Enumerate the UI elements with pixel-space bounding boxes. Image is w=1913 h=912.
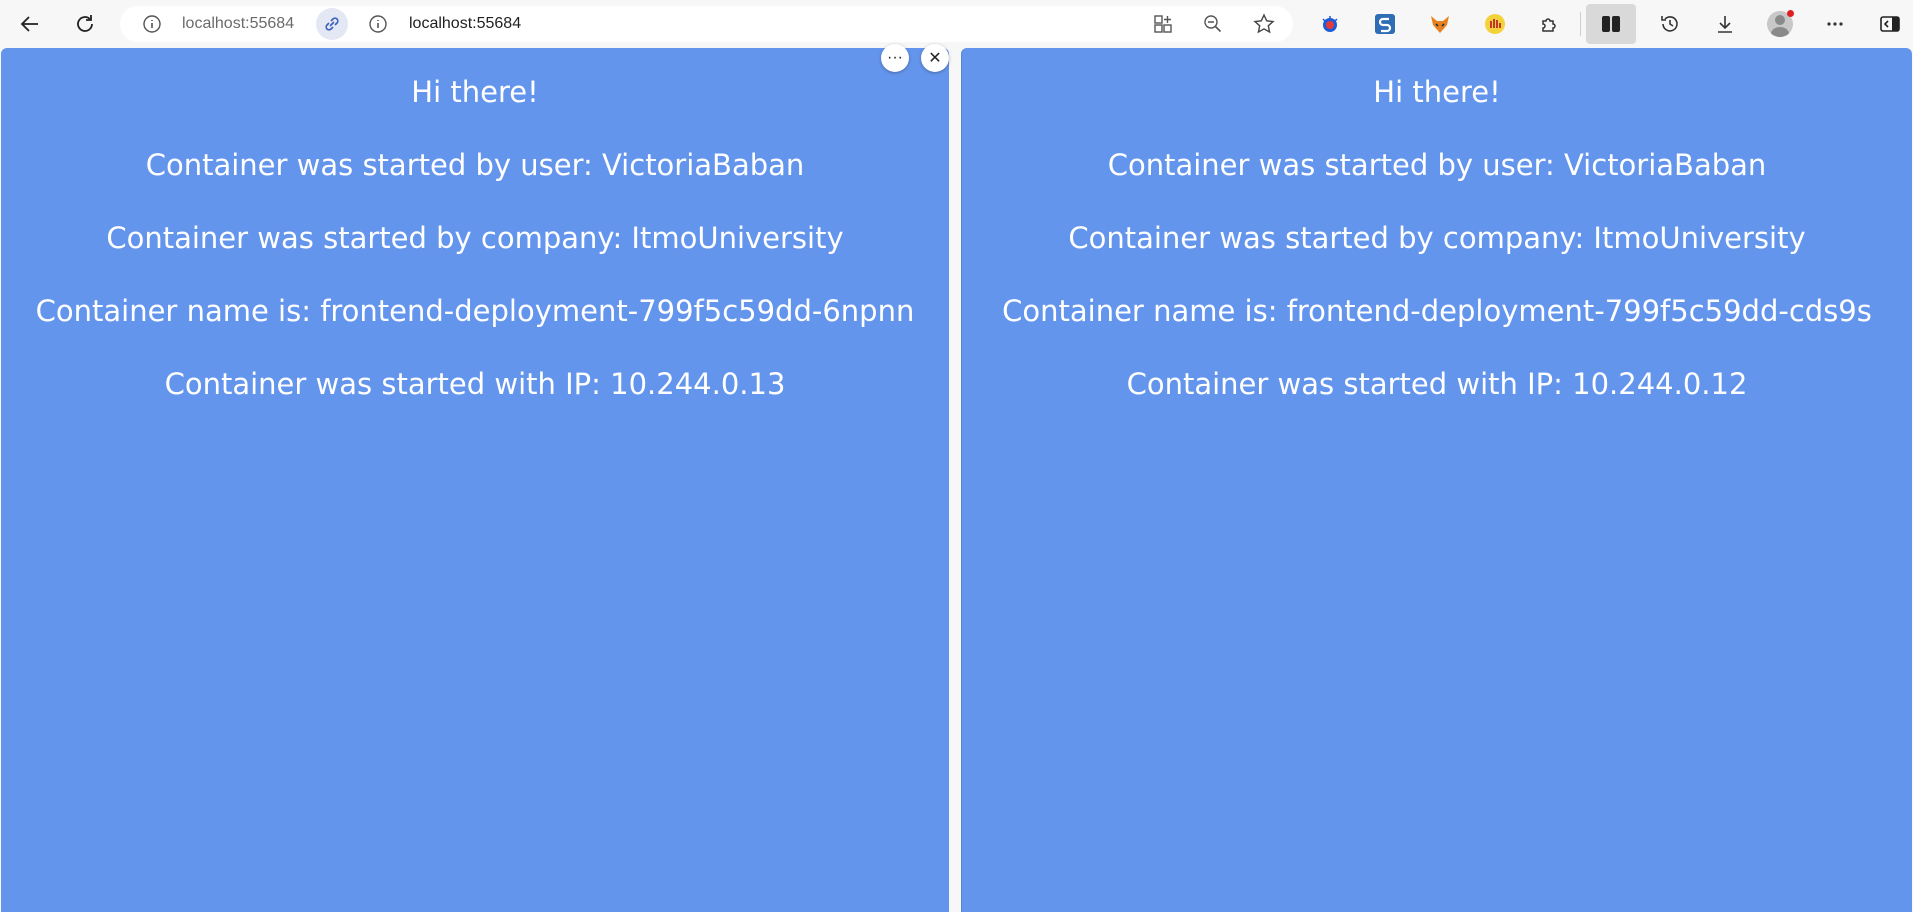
link-tabs-button[interactable] xyxy=(316,8,348,40)
user-line: Container was started by user: VictoriaB… xyxy=(145,148,805,182)
address-main-text: localhost:55684 xyxy=(409,15,522,32)
user-line: Container was started by user: VictoriaB… xyxy=(1107,148,1767,182)
extensions-puzzle-icon[interactable] xyxy=(1530,4,1570,44)
pane-more-button[interactable]: ··· xyxy=(881,44,909,72)
back-button[interactable] xyxy=(10,4,50,44)
history-icon xyxy=(1661,16,1678,32)
split-pane-left: Hi there! Container was started by user:… xyxy=(1,48,949,912)
reload-button[interactable] xyxy=(65,4,105,44)
toolbar-separator xyxy=(1580,12,1581,36)
address-secondary-text: localhost:55684 xyxy=(182,15,295,32)
extension-fox-icon[interactable] xyxy=(1420,4,1460,44)
sidebar-icon xyxy=(1880,16,1900,32)
profile-button[interactable] xyxy=(1760,4,1800,44)
split-pane-right: Hi there! Container was started by user:… xyxy=(961,48,1912,912)
apps-add-icon[interactable] xyxy=(1153,14,1173,34)
container-name-line: Container name is: frontend-deployment-7… xyxy=(35,294,915,328)
notification-dot xyxy=(1787,10,1794,17)
zoom-out-icon[interactable] xyxy=(1203,14,1223,34)
info-icon xyxy=(143,15,161,33)
company-line: Container was started by company: ItmoUn… xyxy=(1068,221,1806,255)
extension-hand-icon[interactable] xyxy=(1475,4,1515,44)
back-arrow-icon xyxy=(20,16,38,32)
link-icon xyxy=(325,17,339,31)
history-button[interactable] xyxy=(1650,4,1690,44)
ip-line: Container was started with IP: 10.244.0.… xyxy=(164,367,786,401)
address-bar[interactable]: localhost:55684 localhost:55684 xyxy=(120,6,1293,42)
downloads-button[interactable] xyxy=(1705,4,1745,44)
split-screen-button[interactable] xyxy=(1586,4,1636,44)
browser-toolbar: localhost:55684 localhost:55684 xyxy=(0,0,1913,48)
reload-icon xyxy=(77,15,93,32)
extension-s-icon[interactable] xyxy=(1365,4,1405,44)
greeting-text: Hi there! xyxy=(1373,75,1501,109)
download-icon xyxy=(1718,16,1732,33)
pane-content: Hi there! Container was started by user:… xyxy=(1,48,949,402)
ip-line: Container was started with IP: 10.244.0.… xyxy=(1126,367,1748,401)
pane-close-button[interactable]: ✕ xyxy=(921,44,949,72)
split-divider[interactable] xyxy=(949,48,961,912)
sidebar-toggle-button[interactable] xyxy=(1870,4,1910,44)
more-horizontal-icon xyxy=(1827,22,1843,26)
company-line: Container was started by company: ItmoUn… xyxy=(106,221,844,255)
extension-bug-icon[interactable] xyxy=(1310,4,1350,44)
more-menu-button[interactable] xyxy=(1815,4,1855,44)
greeting-text: Hi there! xyxy=(411,75,539,109)
info-icon xyxy=(369,15,387,33)
container-name-line: Container name is: frontend-deployment-7… xyxy=(1002,294,1872,328)
split-screen-icon xyxy=(1602,16,1620,32)
pane-content: Hi there! Container was started by user:… xyxy=(962,48,1912,402)
favorite-star-icon[interactable] xyxy=(1253,13,1275,35)
